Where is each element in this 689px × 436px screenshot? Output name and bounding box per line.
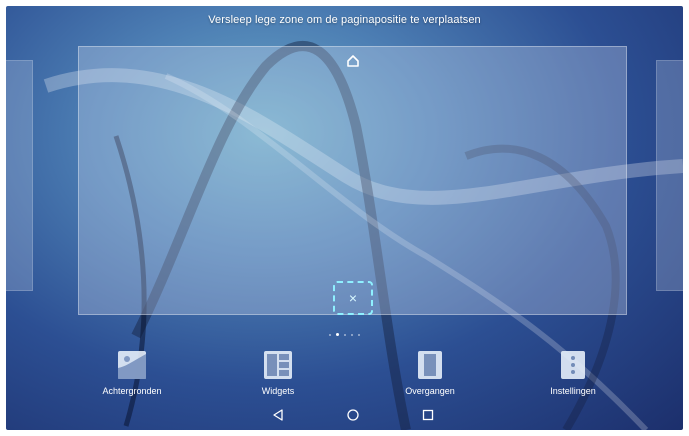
delete-page-button[interactable]: × bbox=[333, 281, 373, 315]
widgets-label: Widgets bbox=[261, 386, 295, 396]
widgets-button[interactable]: Widgets bbox=[223, 350, 333, 396]
page-dot[interactable] bbox=[329, 333, 331, 336]
instruction-text: Versleep lege zone om de paginapositie t… bbox=[208, 14, 481, 26]
back-icon[interactable] bbox=[271, 408, 287, 422]
home-screen-editor: Versleep lege zone om de paginapositie t… bbox=[6, 6, 683, 430]
home-circle-icon[interactable] bbox=[346, 408, 362, 422]
close-icon: × bbox=[348, 290, 358, 306]
wallpapers-button[interactable]: Achtergronden bbox=[77, 350, 187, 396]
wallpapers-label: Achtergronden bbox=[102, 386, 162, 396]
transitions-button[interactable]: Overgangen bbox=[375, 350, 485, 396]
page-indicator bbox=[6, 333, 683, 336]
page-dot[interactable] bbox=[358, 333, 360, 336]
previous-page-preview[interactable] bbox=[6, 60, 33, 291]
recent-apps-icon[interactable] bbox=[421, 408, 437, 422]
page-dot-active[interactable] bbox=[336, 333, 339, 336]
settings-label: Instellingen bbox=[550, 386, 596, 396]
edit-options-bar: Achtergronden Widgets Overgangen Instell… bbox=[6, 342, 683, 404]
navigation-bar bbox=[6, 400, 683, 430]
current-page-preview[interactable]: × bbox=[78, 46, 627, 315]
widgets-icon bbox=[263, 350, 293, 380]
transitions-icon bbox=[415, 350, 445, 380]
page-dot[interactable] bbox=[351, 333, 353, 336]
page-dot[interactable] bbox=[344, 333, 346, 336]
transitions-label: Overgangen bbox=[405, 386, 455, 396]
home-icon[interactable] bbox=[345, 53, 361, 69]
settings-icon bbox=[558, 350, 588, 380]
wallpaper-icon bbox=[117, 350, 147, 380]
settings-button[interactable]: Instellingen bbox=[518, 350, 628, 396]
next-page-preview[interactable] bbox=[656, 60, 683, 291]
